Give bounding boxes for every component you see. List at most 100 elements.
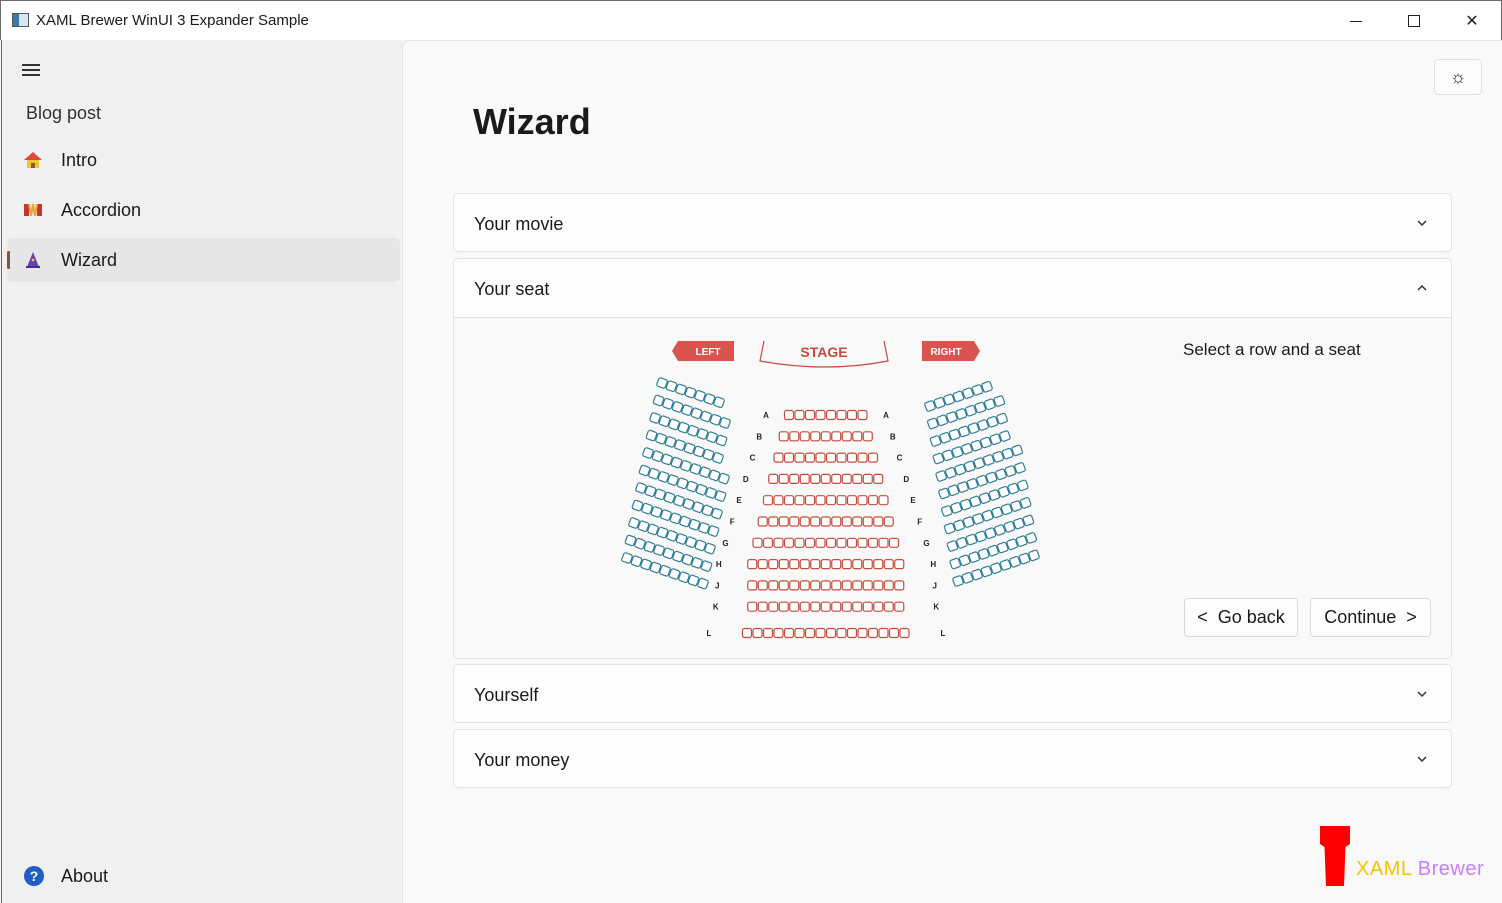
seat[interactable] xyxy=(783,537,795,548)
seat[interactable] xyxy=(752,627,763,639)
seat-map[interactable]: LEFT STAGE RIGHT A A B B C C D D E E F F G G H H J J K K L L xyxy=(604,333,1064,643)
seat[interactable] xyxy=(899,627,910,639)
seat[interactable] xyxy=(747,580,758,591)
seat[interactable] xyxy=(778,580,789,591)
seat[interactable] xyxy=(799,516,810,527)
seat[interactable] xyxy=(799,559,810,570)
seat[interactable] xyxy=(799,473,810,484)
seat[interactable] xyxy=(783,452,795,463)
seat[interactable] xyxy=(831,473,842,484)
seat[interactable] xyxy=(762,627,774,639)
seat[interactable] xyxy=(789,516,800,527)
seat[interactable] xyxy=(810,516,821,527)
seat[interactable] xyxy=(778,516,789,527)
seat[interactable] xyxy=(878,627,889,639)
seat[interactable] xyxy=(810,473,821,484)
seat[interactable] xyxy=(825,627,837,639)
seat[interactable] xyxy=(857,409,868,421)
seat[interactable] xyxy=(789,601,800,612)
seat[interactable] xyxy=(820,580,831,591)
seat[interactable] xyxy=(846,495,858,506)
seat[interactable] xyxy=(878,495,889,506)
seat[interactable] xyxy=(873,473,884,484)
seat[interactable] xyxy=(773,627,784,639)
seat[interactable] xyxy=(867,627,879,639)
seat[interactable] xyxy=(783,409,795,421)
seat[interactable] xyxy=(883,559,894,570)
seat[interactable] xyxy=(815,409,826,421)
seat[interactable] xyxy=(815,537,826,548)
seat[interactable] xyxy=(810,580,821,591)
seat[interactable] xyxy=(783,495,795,506)
seat[interactable] xyxy=(747,559,758,570)
continue-button[interactable]: Continue > xyxy=(1310,598,1431,637)
seat[interactable] xyxy=(778,559,789,570)
seat[interactable] xyxy=(820,473,831,484)
expander-header[interactable]: Your money xyxy=(454,730,1451,788)
seat[interactable] xyxy=(883,601,894,612)
seat[interactable] xyxy=(862,559,873,570)
seat[interactable] xyxy=(815,627,826,639)
seat[interactable] xyxy=(831,559,842,570)
seat[interactable] xyxy=(799,580,810,591)
seat[interactable] xyxy=(804,537,816,548)
seat[interactable] xyxy=(836,627,847,639)
seat[interactable] xyxy=(825,452,837,463)
seat[interactable] xyxy=(888,627,900,639)
seat[interactable] xyxy=(789,580,800,591)
seat[interactable] xyxy=(789,431,800,442)
expander-header[interactable]: Yourself xyxy=(454,665,1451,723)
seat[interactable] xyxy=(852,431,863,442)
seat[interactable] xyxy=(888,537,900,548)
seat[interactable] xyxy=(815,452,826,463)
seat[interactable] xyxy=(852,516,863,527)
seat[interactable] xyxy=(768,473,779,484)
seat[interactable] xyxy=(867,495,879,506)
seat[interactable] xyxy=(841,431,852,442)
seat[interactable] xyxy=(762,495,774,506)
seat[interactable] xyxy=(836,452,847,463)
seat[interactable] xyxy=(846,627,858,639)
seat[interactable] xyxy=(857,452,868,463)
seat[interactable] xyxy=(778,473,789,484)
seat[interactable] xyxy=(883,516,894,527)
seat[interactable] xyxy=(873,580,884,591)
seat[interactable] xyxy=(846,537,858,548)
seat[interactable] xyxy=(810,559,821,570)
seat[interactable] xyxy=(757,601,768,612)
seat[interactable] xyxy=(894,601,905,612)
seat[interactable] xyxy=(862,473,873,484)
seat[interactable] xyxy=(831,601,842,612)
seat[interactable] xyxy=(862,431,873,442)
seat[interactable] xyxy=(768,559,779,570)
maximize-button[interactable] xyxy=(1385,1,1443,41)
seat[interactable] xyxy=(762,537,774,548)
seat[interactable] xyxy=(831,516,842,527)
seat[interactable] xyxy=(846,452,858,463)
seat[interactable] xyxy=(852,601,863,612)
seat[interactable] xyxy=(878,537,889,548)
seat[interactable] xyxy=(883,580,894,591)
seat[interactable] xyxy=(867,537,879,548)
seat[interactable] xyxy=(894,580,905,591)
seat[interactable] xyxy=(857,627,868,639)
seat[interactable] xyxy=(825,409,837,421)
seat[interactable] xyxy=(752,537,763,548)
seat[interactable] xyxy=(773,452,784,463)
seat[interactable] xyxy=(846,409,858,421)
seat[interactable] xyxy=(810,601,821,612)
seat[interactable] xyxy=(820,559,831,570)
seat[interactable] xyxy=(741,627,753,639)
seat[interactable] xyxy=(794,409,805,421)
seat[interactable] xyxy=(804,409,816,421)
seat[interactable] xyxy=(783,627,795,639)
seat[interactable] xyxy=(825,495,837,506)
seat[interactable] xyxy=(768,516,779,527)
seat[interactable] xyxy=(799,431,810,442)
seat[interactable] xyxy=(836,537,847,548)
seat[interactable] xyxy=(794,452,805,463)
seat[interactable] xyxy=(867,452,879,463)
expander-header[interactable]: Your movie xyxy=(454,194,1451,252)
expander-header[interactable]: Your seat xyxy=(454,259,1451,317)
seat[interactable] xyxy=(857,495,868,506)
